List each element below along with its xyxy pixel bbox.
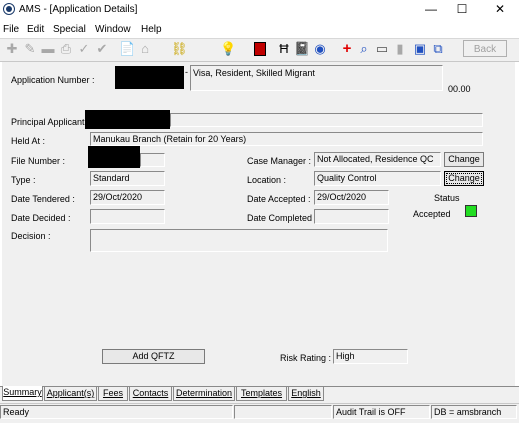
details-panel xyxy=(2,62,515,386)
tab-applicants-label: Applicant(s) xyxy=(46,388,95,398)
tab-english-label: English xyxy=(291,388,321,398)
case-manager-label: Case Manager : xyxy=(247,156,312,166)
app-icon[interactable] xyxy=(3,3,15,15)
status-db: DB = amsbranch xyxy=(431,405,517,419)
type-label: Type : xyxy=(11,175,36,185)
red-cross-icon[interactable]: + xyxy=(339,41,355,57)
menu-window[interactable]: Window xyxy=(95,24,131,35)
date-tendered-label: Date Tendered : xyxy=(11,194,75,204)
case-manager-change-button[interactable]: Change xyxy=(444,152,484,167)
date-accepted-label: Date Accepted : xyxy=(247,194,311,204)
menu-edit[interactable]: Edit xyxy=(27,24,44,35)
principal-applicant-label: Principal Applicant : xyxy=(11,117,90,127)
house-icon[interactable]: ⌂ xyxy=(137,41,153,57)
application-number-redacted xyxy=(115,66,184,89)
status-indicator xyxy=(465,205,477,217)
minus-icon[interactable]: ▬ xyxy=(40,41,56,57)
held-at-label: Held At : xyxy=(11,136,46,146)
type-field: Standard xyxy=(90,171,165,186)
tab-determination-label: Determination xyxy=(175,388,233,398)
tab-summary[interactable]: Summary xyxy=(2,386,43,401)
minimize-button[interactable]: — xyxy=(416,0,446,20)
decision-field xyxy=(90,229,388,252)
date-completed-label: Date Completed : xyxy=(247,213,318,223)
binoculars-icon[interactable]: Ħ xyxy=(276,41,292,57)
status-ready: Ready xyxy=(0,405,233,419)
case-manager-field: Not Allocated, Residence QC xyxy=(314,152,441,167)
tab-contacts[interactable]: Contacts xyxy=(129,387,172,401)
tab-english[interactable]: English xyxy=(288,387,324,401)
menu-special[interactable]: Special xyxy=(53,24,86,35)
gray-box-icon[interactable]: ▮ xyxy=(392,41,408,57)
dash-separator: - xyxy=(185,67,188,77)
application-number-label: Application Number : xyxy=(11,75,95,85)
principal-applicant-field xyxy=(170,113,483,127)
file-number-redacted xyxy=(88,146,140,168)
tab-summary-label: Summary xyxy=(3,387,42,397)
application-type-field: Visa, Resident, Skilled Migrant xyxy=(190,65,443,91)
pencil-icon[interactable]: ✎ xyxy=(22,41,38,57)
tab-fees-label: Fees xyxy=(102,388,123,398)
printer-icon[interactable]: ⎙ xyxy=(58,41,74,57)
status-value: Accepted xyxy=(413,209,451,219)
location-field: Quality Control xyxy=(314,171,441,186)
close-button[interactable]: ✕ xyxy=(485,0,515,20)
status-label: Status xyxy=(434,193,460,203)
held-at-field: Manukau Branch (Retain for 20 Years) xyxy=(90,132,483,146)
window-title: AMS - [Application Details] xyxy=(19,4,138,15)
tab-applicants[interactable]: Applicant(s) xyxy=(44,387,97,401)
back-button[interactable]: Back xyxy=(463,40,507,57)
file-number-field xyxy=(140,153,165,167)
risk-rating-field: High xyxy=(333,349,408,364)
window-icon[interactable]: ▣ xyxy=(412,41,428,57)
red-box-icon[interactable] xyxy=(252,41,268,57)
location-change-button[interactable]: Change xyxy=(444,171,484,186)
date-decided-field xyxy=(90,209,165,224)
copy-icon[interactable]: ⧉ xyxy=(430,41,446,57)
risk-rating-label: Risk Rating : xyxy=(280,353,332,363)
date-accepted-field: 29/Oct/2020 xyxy=(314,190,389,205)
time-value: 00.00 xyxy=(448,84,471,94)
principal-applicant-redacted xyxy=(85,110,170,129)
check-icon[interactable]: ✓ xyxy=(76,41,92,57)
menu-help[interactable]: Help xyxy=(141,24,162,35)
date-decided-label: Date Decided : xyxy=(11,213,71,223)
status-audit-trail: Audit Trail is OFF xyxy=(333,405,430,419)
double-check-icon[interactable]: ✔ xyxy=(94,41,110,57)
tab-templates[interactable]: Templates xyxy=(236,387,287,401)
maximize-button[interactable]: ☐ xyxy=(447,0,477,20)
location-label: Location : xyxy=(247,175,287,185)
tab-templates-label: Templates xyxy=(240,388,283,398)
notebook-icon[interactable]: 📓 xyxy=(294,41,310,57)
plus-icon[interactable]: ✚ xyxy=(4,41,20,57)
date-completed-field xyxy=(314,209,389,224)
globe-icon[interactable]: ◉ xyxy=(312,41,328,57)
link-icon[interactable]: ⛓ xyxy=(171,41,188,57)
status-pane-empty xyxy=(234,405,332,419)
card-icon[interactable]: ▭ xyxy=(374,41,390,57)
magnifier-icon[interactable]: ⌕ xyxy=(356,41,372,57)
file-number-label: File Number : xyxy=(11,156,66,166)
tab-fees[interactable]: Fees xyxy=(98,387,128,401)
lightbulb-icon[interactable]: 💡 xyxy=(220,41,236,57)
add-qftz-button[interactable]: Add QFTZ xyxy=(102,349,205,364)
date-tendered-field: 29/Oct/2020 xyxy=(90,190,165,205)
document-icon[interactable]: 📄 xyxy=(119,41,135,57)
menu-file[interactable]: File xyxy=(3,24,19,35)
tab-determination[interactable]: Determination xyxy=(173,387,235,401)
tab-contacts-label: Contacts xyxy=(132,388,169,398)
decision-label: Decision : xyxy=(11,231,51,241)
